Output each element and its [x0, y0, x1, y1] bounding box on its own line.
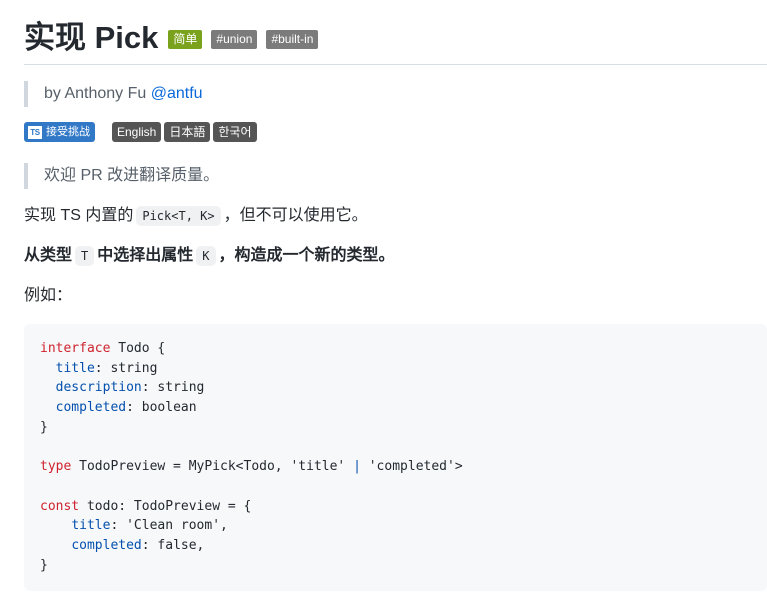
title-divider: [24, 64, 767, 65]
code-line: completed: boolean: [55, 400, 197, 416]
page-title: 实现 Pick: [24, 20, 159, 55]
code-line: }: [40, 419, 48, 435]
translation-note-text: 欢迎 PR 改进翻译质量。: [44, 167, 220, 184]
description-text-after: ，但不可以使用它。: [223, 207, 368, 224]
code-line: type TodoPreview = MyPick<Todo, 'title' …: [40, 459, 463, 475]
example-heading: 例如：: [24, 287, 73, 304]
language-link-korean[interactable]: 한국어: [213, 122, 257, 142]
code-line: ​: [40, 477, 463, 497]
task-paragraph: 从类型 T 中选择出属性 K ，构造成一个新的类型。: [24, 244, 395, 268]
code-line: ​: [40, 437, 463, 457]
tag-badge-built-in: #built-in: [266, 29, 319, 49]
author-link[interactable]: @antfu: [151, 85, 203, 102]
author-quote: by Anthony Fu @antfu: [24, 81, 724, 107]
typescript-icon: TS: [28, 125, 42, 139]
description-paragraph: 实现 TS 内置的 Pick<T, K> ，但不可以使用它。: [24, 204, 368, 228]
inline-code-t: T: [75, 246, 95, 266]
code-line: completed: false,: [71, 537, 205, 553]
take-challenge-button[interactable]: TS 接受挑战: [24, 122, 95, 142]
language-link-japanese[interactable]: 日本語: [164, 122, 211, 142]
translation-note: 欢迎 PR 改进翻译质量。: [24, 163, 724, 189]
task-text-part2: 中选择出属性: [97, 247, 194, 264]
title-row: 实现 Pick 简单 #union #built-in: [24, 14, 327, 62]
code-line: description: string: [55, 380, 205, 396]
description-text-before: 实现 TS 内置的: [24, 207, 134, 224]
code-lines: interface Todo { title: string descripti…: [40, 339, 463, 575]
code-line: }: [40, 557, 48, 573]
author-text: by Anthony Fu: [44, 85, 147, 102]
code-block: interface Todo { title: string descripti…: [24, 324, 767, 591]
inline-code-k: K: [196, 246, 216, 266]
take-challenge-label: 接受挑战: [46, 126, 90, 138]
inline-code-pick: Pick<T, K>: [136, 206, 221, 226]
code-line: title: 'Clean room',: [71, 518, 228, 534]
code-line: const todo: TodoPreview = {: [40, 498, 252, 514]
badges-row: TS 接受挑战 English 日本語 한국어: [24, 122, 260, 142]
task-text-part3: ，构造成一个新的类型。: [218, 247, 395, 264]
task-text-part1: 从类型: [24, 247, 73, 264]
code-line: title: string: [55, 360, 158, 376]
difficulty-badge: 简单: [168, 29, 203, 49]
tag-badge-union: #union: [211, 29, 258, 49]
language-link-english[interactable]: English: [112, 122, 162, 142]
code-line: interface Todo {: [40, 341, 166, 356]
